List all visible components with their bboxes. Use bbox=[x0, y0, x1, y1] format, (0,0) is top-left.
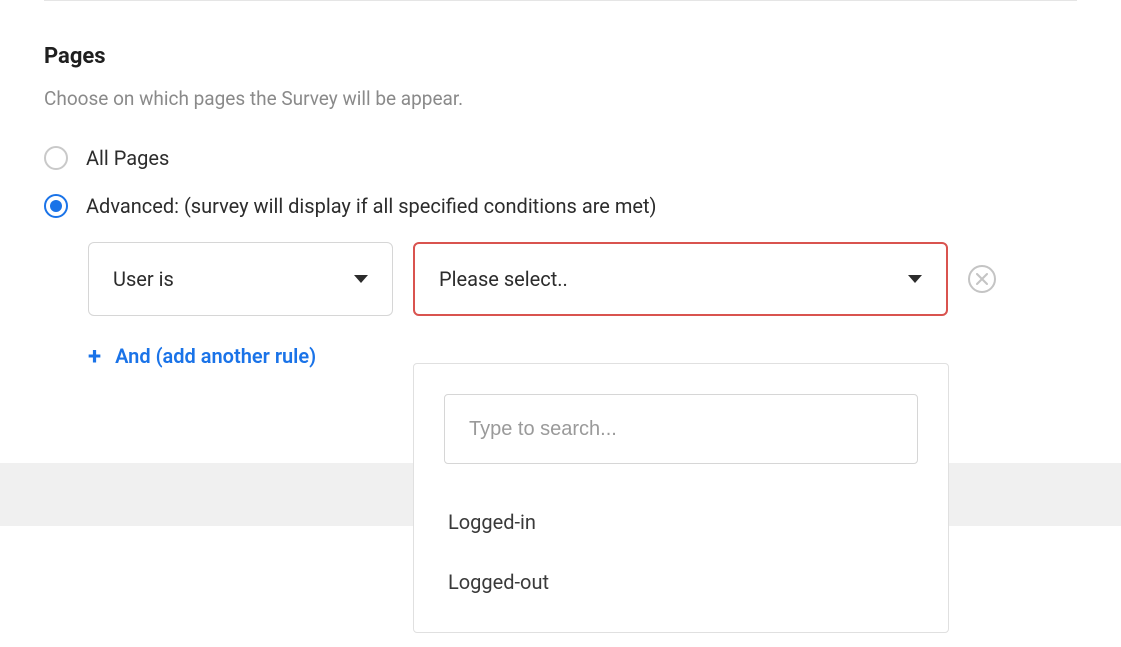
radio-all-pages[interactable] bbox=[44, 146, 68, 170]
radio-advanced[interactable] bbox=[44, 194, 68, 218]
caret-down-icon bbox=[908, 275, 922, 283]
plus-icon: + bbox=[88, 344, 101, 368]
remove-rule-button[interactable] bbox=[968, 265, 996, 293]
value-dropdown: Logged-in Logged-out bbox=[413, 363, 949, 633]
radio-advanced-label: Advanced: (survey will display if all sp… bbox=[86, 194, 657, 218]
radio-row-all-pages[interactable]: All Pages bbox=[44, 146, 1077, 170]
value-select-label: Please select.. bbox=[439, 267, 568, 291]
dropdown-search-input[interactable] bbox=[444, 394, 918, 464]
add-rule-label: And (add another rule) bbox=[115, 344, 316, 368]
pages-radio-group: All Pages Advanced: (survey will display… bbox=[44, 146, 1077, 218]
dropdown-option-logged-in[interactable]: Logged-in bbox=[444, 492, 918, 552]
condition-select[interactable]: User is bbox=[88, 242, 393, 316]
condition-select-label: User is bbox=[113, 267, 174, 291]
section-title: Pages bbox=[44, 44, 1077, 69]
pages-section: Pages Choose on which pages the Survey w… bbox=[0, 0, 1121, 368]
close-icon bbox=[976, 273, 988, 285]
value-select[interactable]: Please select.. bbox=[413, 242, 948, 316]
radio-row-advanced[interactable]: Advanced: (survey will display if all sp… bbox=[44, 194, 1077, 218]
radio-all-pages-label: All Pages bbox=[86, 146, 169, 170]
rule-row: User is Please select.. bbox=[88, 242, 1077, 316]
caret-down-icon bbox=[354, 275, 368, 283]
section-description: Choose on which pages the Survey will be… bbox=[44, 87, 1077, 110]
dropdown-option-logged-out[interactable]: Logged-out bbox=[444, 552, 918, 612]
